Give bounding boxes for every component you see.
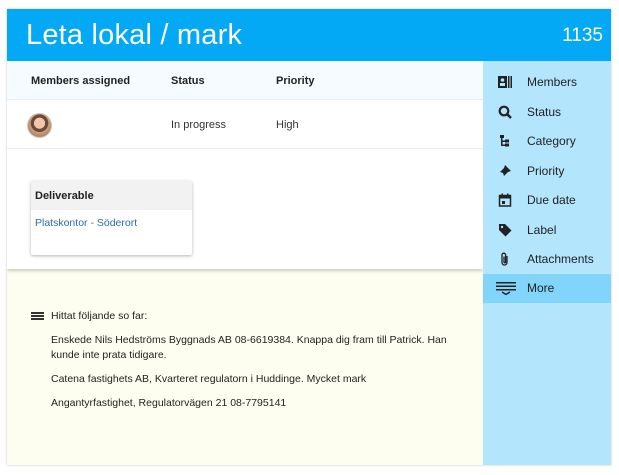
card: Leta lokal / mark 1135 Members assigned … <box>7 9 611 465</box>
description-icon <box>31 312 44 322</box>
members-column-header: Members assigned <box>31 75 131 87</box>
deliverable-link[interactable]: Platskontor - Söderort <box>35 217 192 229</box>
avatar[interactable] <box>27 113 52 138</box>
priority-value[interactable]: High <box>276 119 299 131</box>
sidebar-item-label[interactable]: Label <box>483 216 611 245</box>
card-header: Leta lokal / mark 1135 <box>7 9 611 61</box>
sidebar-item-attachments[interactable]: Attachments <box>483 245 611 274</box>
deliverable-card: Deliverable Platskontor - Söderort <box>31 181 192 255</box>
members-icon <box>498 76 512 88</box>
description-paragraph: Enskede Nils Hedströms Byggnads AB 08-66… <box>51 334 447 361</box>
sidebar-item-label: Category <box>527 134 576 148</box>
pin-icon <box>499 165 511 177</box>
sidebar-item-label: More <box>527 281 555 295</box>
status-column-header: Status <box>171 75 205 87</box>
description-title: Hittat följande so far: <box>51 310 148 322</box>
main-panel: Members assigned Status Priority In prog… <box>7 61 483 269</box>
description[interactable]: Hittat följande so far: Enskede Nils Hed… <box>31 309 461 411</box>
search-icon <box>498 105 512 119</box>
ticket-id: 1135 <box>562 25 603 46</box>
priority-column-header: Priority <box>276 75 315 87</box>
sidebar-item-priority[interactable]: Priority <box>483 157 611 186</box>
category-icon <box>500 135 509 147</box>
more-icon <box>496 282 516 295</box>
sidebar-item-category[interactable]: Category <box>483 127 611 156</box>
sidebar-item-label: Due date <box>527 193 576 207</box>
sidebar-item-status[interactable]: Status <box>483 98 611 127</box>
description-paragraph: Catena fastighets AB, Kvarteret regulato… <box>51 373 367 385</box>
sidebar-item-label: Attachments <box>527 252 594 266</box>
sidebar: Members Status Category Priority Due dat… <box>483 61 611 465</box>
tag-icon <box>499 224 512 237</box>
paperclip-icon <box>501 252 508 266</box>
description-paragraph: Angantyrfastighet, Regulatorvägen 21 08-… <box>51 397 287 409</box>
card-title[interactable]: Leta lokal / mark <box>26 19 242 52</box>
sidebar-item-more[interactable]: More <box>483 274 611 303</box>
sidebar-item-label-text: Label <box>527 223 557 237</box>
table-row: In progress High <box>7 100 483 149</box>
sidebar-item-members[interactable]: Members <box>483 68 611 97</box>
sidebar-item-label: Status <box>527 105 562 119</box>
deliverable-heading: Deliverable <box>31 181 192 210</box>
sidebar-item-label: Priority <box>527 164 565 178</box>
sidebar-item-due-date[interactable]: Due date <box>483 186 611 215</box>
status-value[interactable]: In progress <box>171 119 226 131</box>
table-header-row: Members assigned Status Priority <box>7 61 483 100</box>
sidebar-item-label: Members <box>527 75 578 89</box>
calendar-icon <box>498 193 512 207</box>
